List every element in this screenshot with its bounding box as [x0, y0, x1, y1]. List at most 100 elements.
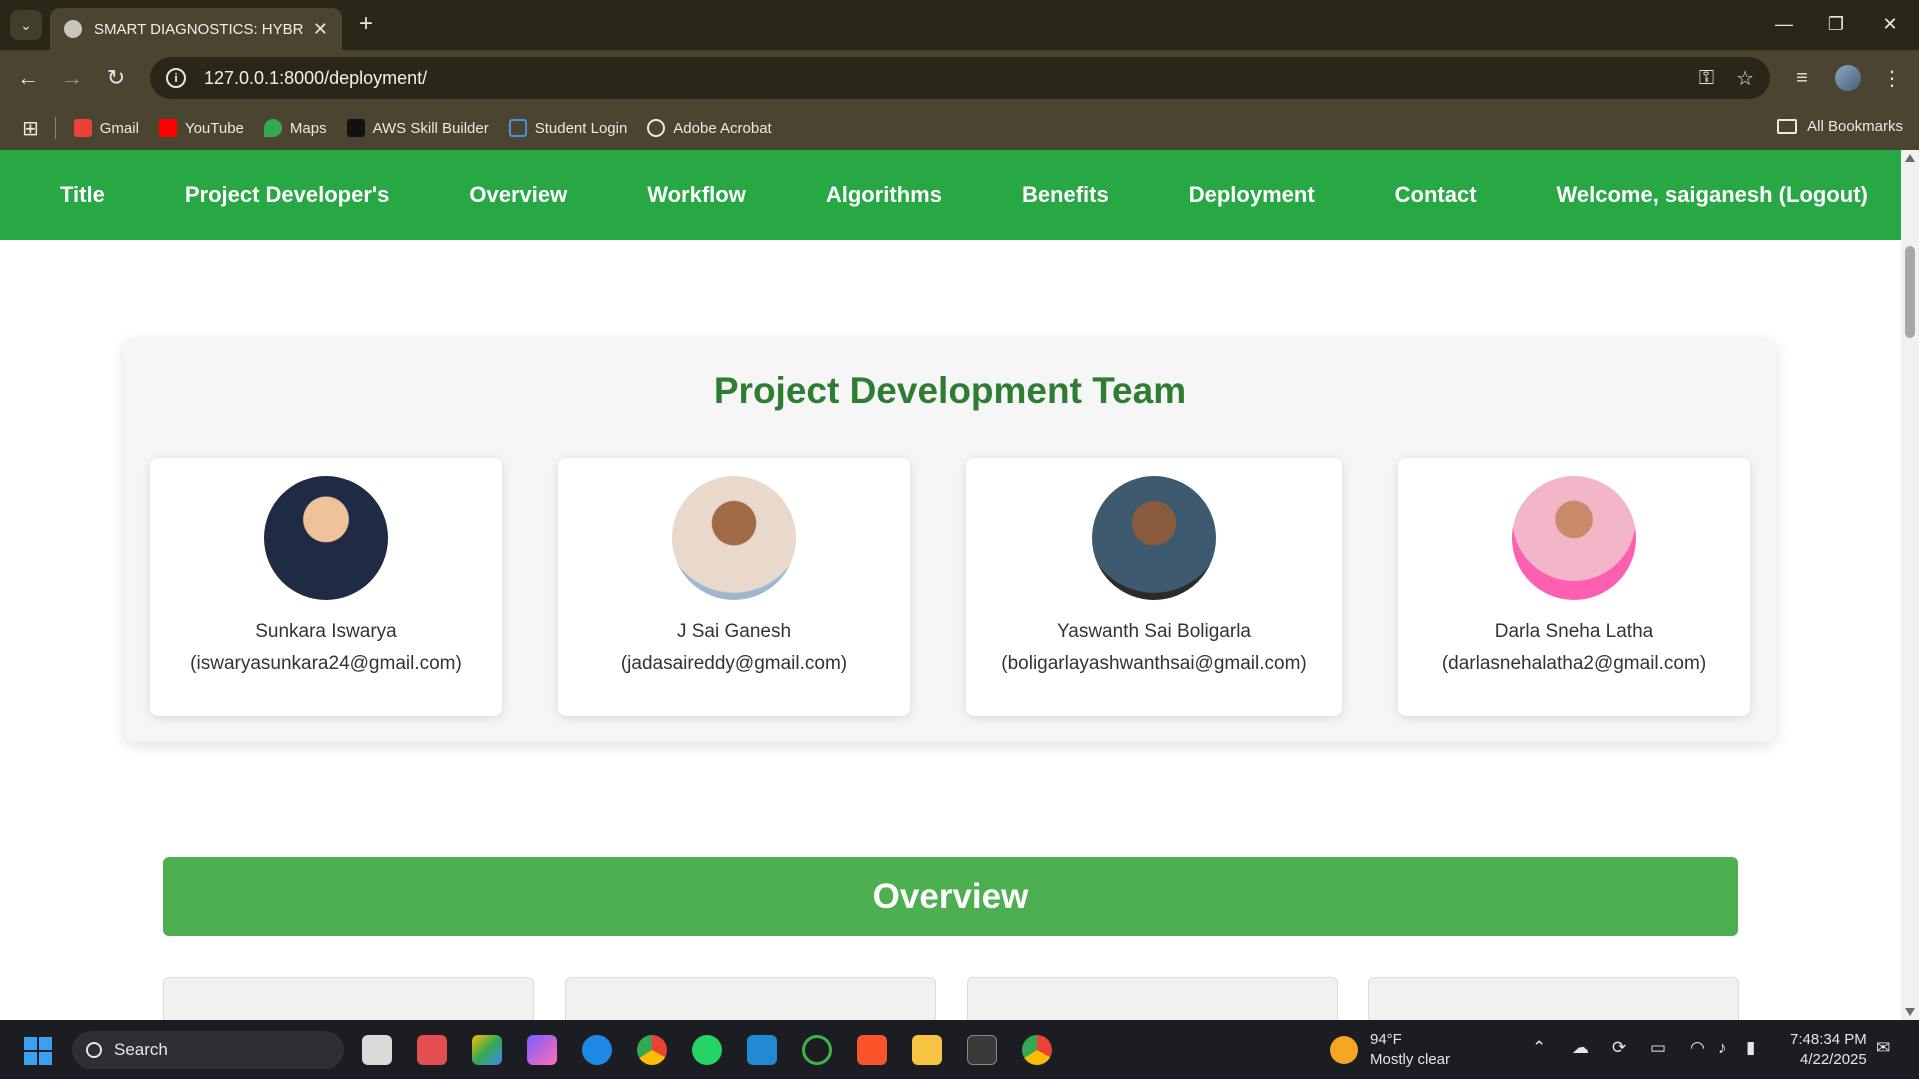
bookmarks-bar: ⊞ Gmail YouTube Maps AWS Skill Builder S…	[0, 106, 1919, 150]
google-drive-icon[interactable]	[472, 1035, 502, 1065]
member-name: J Sai Ganesh	[676, 621, 792, 642]
page-scrollbar[interactable]	[1901, 150, 1919, 1020]
aws-icon	[346, 119, 365, 137]
restore-icon[interactable]: ❐	[1808, 8, 1864, 40]
member-card: Sunkara Iswarya (iswaryasunkara24@gmail.…	[150, 458, 502, 716]
member-card: Yaswanth Sai Boligarla (boligarlayashwan…	[966, 458, 1342, 716]
menu-kebab-icon[interactable]: ⋮	[1876, 62, 1908, 94]
scrollbar-thumb[interactable]	[1905, 246, 1915, 338]
profile-avatar[interactable]	[1832, 62, 1864, 94]
clock-date: 4/22/2025	[1799, 1051, 1867, 1068]
chrome-icon[interactable]	[637, 1035, 667, 1065]
bookmark-maps[interactable]: Maps	[263, 119, 327, 137]
member-photo	[1512, 476, 1636, 600]
overview-card	[967, 977, 1338, 1020]
taskbar-clock[interactable]: 7:48:34 PM 4/22/2025	[1790, 1030, 1867, 1070]
site-navbar: Title Project Developer's Overview Workf…	[0, 150, 1901, 240]
tab-title: SMART DIAGNOSTICS: HYBRID	[94, 20, 303, 38]
scroll-up-icon[interactable]	[1905, 154, 1915, 162]
member-name: Sunkara Iswarya	[255, 621, 397, 642]
file-explorer-icon[interactable]	[912, 1035, 942, 1065]
close-window-icon[interactable]: ✕	[1862, 8, 1918, 40]
overview-banner: Overview	[163, 857, 1738, 936]
reload-icon[interactable]: ↻	[100, 62, 132, 94]
nav-workflow[interactable]: Workflow	[647, 182, 746, 208]
close-tab-icon[interactable]: ✕	[313, 19, 328, 40]
weather-widget[interactable]: 94°F Mostly clear	[1330, 1030, 1450, 1070]
overview-card	[565, 977, 936, 1020]
bookmark-adobe-acrobat[interactable]: Adobe Acrobat	[647, 119, 772, 137]
tab-search-menu-icon[interactable]: ⌄	[10, 10, 42, 40]
apps-grid-icon[interactable]: ⊞	[22, 116, 39, 141]
address-bar[interactable]: i 127.0.0.1:8000/deployment/ ⚿ ☆	[150, 57, 1770, 99]
chrome-active-icon[interactable]	[1022, 1035, 1052, 1065]
sync-app-icon[interactable]	[802, 1035, 832, 1065]
forward-icon[interactable]: →	[56, 62, 88, 94]
browser-toolbar: ← → ↻ i 127.0.0.1:8000/deployment/ ⚿ ☆ ≡…	[0, 50, 1919, 106]
browser-tab-bar: ⌄ SMART DIAGNOSTICS: HYBRID ✕ + — ❐ ✕	[0, 0, 1919, 50]
nav-deployment[interactable]: Deployment	[1189, 182, 1315, 208]
wifi-icon[interactable]: ◠	[1690, 1038, 1705, 1058]
nav-contact[interactable]: Contact	[1395, 182, 1477, 208]
whatsapp-icon[interactable]	[692, 1035, 722, 1065]
volume-icon[interactable]: ♪	[1718, 1038, 1727, 1058]
team-section: Project Development Team Sunkara Iswarya…	[124, 338, 1776, 742]
scroll-down-icon[interactable]	[1905, 1008, 1915, 1016]
member-photo	[1092, 476, 1216, 600]
member-card: Darla Sneha Latha (darlasnehalatha2@gmai…	[1398, 458, 1750, 716]
maps-pin-icon	[263, 119, 282, 137]
store-icon[interactable]	[417, 1035, 447, 1065]
show-hidden-icons-icon[interactable]: ⌃	[1532, 1038, 1546, 1058]
nav-project-developers[interactable]: Project Developer's	[185, 182, 390, 208]
taskbar-search[interactable]: Search	[72, 1031, 344, 1069]
display-icon[interactable]: ▭	[1650, 1038, 1666, 1058]
new-tab-icon[interactable]: +	[352, 10, 380, 38]
member-name: Darla Sneha Latha	[1494, 621, 1654, 642]
weather-temp: 94°F	[1370, 1031, 1402, 1048]
member-photo	[264, 476, 388, 600]
team-heading: Project Development Team	[713, 370, 1187, 411]
url-text[interactable]: 127.0.0.1:8000/deployment/	[204, 68, 1677, 89]
globe-icon	[64, 20, 82, 38]
member-photo	[672, 476, 796, 600]
nav-logout[interactable]: Welcome, saiganesh (Logout)	[1557, 182, 1868, 208]
site-info-icon[interactable]: i	[166, 68, 186, 88]
nav-benefits[interactable]: Benefits	[1022, 182, 1109, 208]
edge-icon[interactable]	[582, 1035, 612, 1065]
notifications-icon[interactable]: ✉	[1876, 1038, 1890, 1058]
update-icon[interactable]: ⟳	[1612, 1038, 1626, 1058]
vscode-icon[interactable]	[747, 1035, 777, 1065]
minimize-icon[interactable]: —	[1756, 8, 1812, 40]
nav-algorithms[interactable]: Algorithms	[826, 182, 942, 208]
terminal-icon[interactable]	[967, 1035, 997, 1065]
clock-time: 7:48:34 PM	[1790, 1031, 1867, 1048]
reading-list-icon[interactable]: ≡	[1786, 62, 1818, 94]
bookmark-youtube[interactable]: YouTube	[158, 119, 244, 137]
member-name: Yaswanth Sai Boligarla	[1057, 621, 1251, 642]
battery-icon[interactable]: ▮	[1746, 1038, 1755, 1058]
nav-overview[interactable]: Overview	[469, 182, 567, 208]
brave-icon[interactable]	[857, 1035, 887, 1065]
onedrive-icon[interactable]: ☁	[1572, 1038, 1589, 1058]
browser-tab[interactable]: SMART DIAGNOSTICS: HYBRID ✕	[50, 8, 342, 50]
gmail-icon	[73, 119, 92, 137]
overview-card	[163, 977, 534, 1020]
search-icon	[86, 1042, 102, 1058]
windows-start-icon[interactable]	[24, 1037, 52, 1065]
bookmark-gmail[interactable]: Gmail	[73, 119, 139, 137]
folder-icon	[1777, 119, 1798, 134]
copilot-icon[interactable]	[527, 1035, 557, 1065]
nav-title[interactable]: Title	[60, 182, 105, 208]
bookmark-student-login[interactable]: Student Login	[508, 119, 627, 137]
bookmark-aws[interactable]: AWS Skill Builder	[346, 119, 489, 137]
all-bookmarks[interactable]: All Bookmarks	[1777, 118, 1903, 135]
back-icon[interactable]: ←	[12, 62, 44, 94]
weather-desc: Mostly clear	[1370, 1051, 1451, 1068]
overview-card	[1368, 977, 1739, 1020]
student-login-icon	[508, 119, 527, 137]
password-key-icon[interactable]: ⚿	[1699, 67, 1714, 90]
member-card: J Sai Ganesh (jadasaireddy@gmail.com)	[558, 458, 910, 716]
member-email: (jadasaireddy@gmail.com)	[620, 653, 848, 674]
bookmark-star-icon[interactable]: ☆	[1736, 66, 1754, 91]
task-view-icon[interactable]	[362, 1035, 392, 1065]
